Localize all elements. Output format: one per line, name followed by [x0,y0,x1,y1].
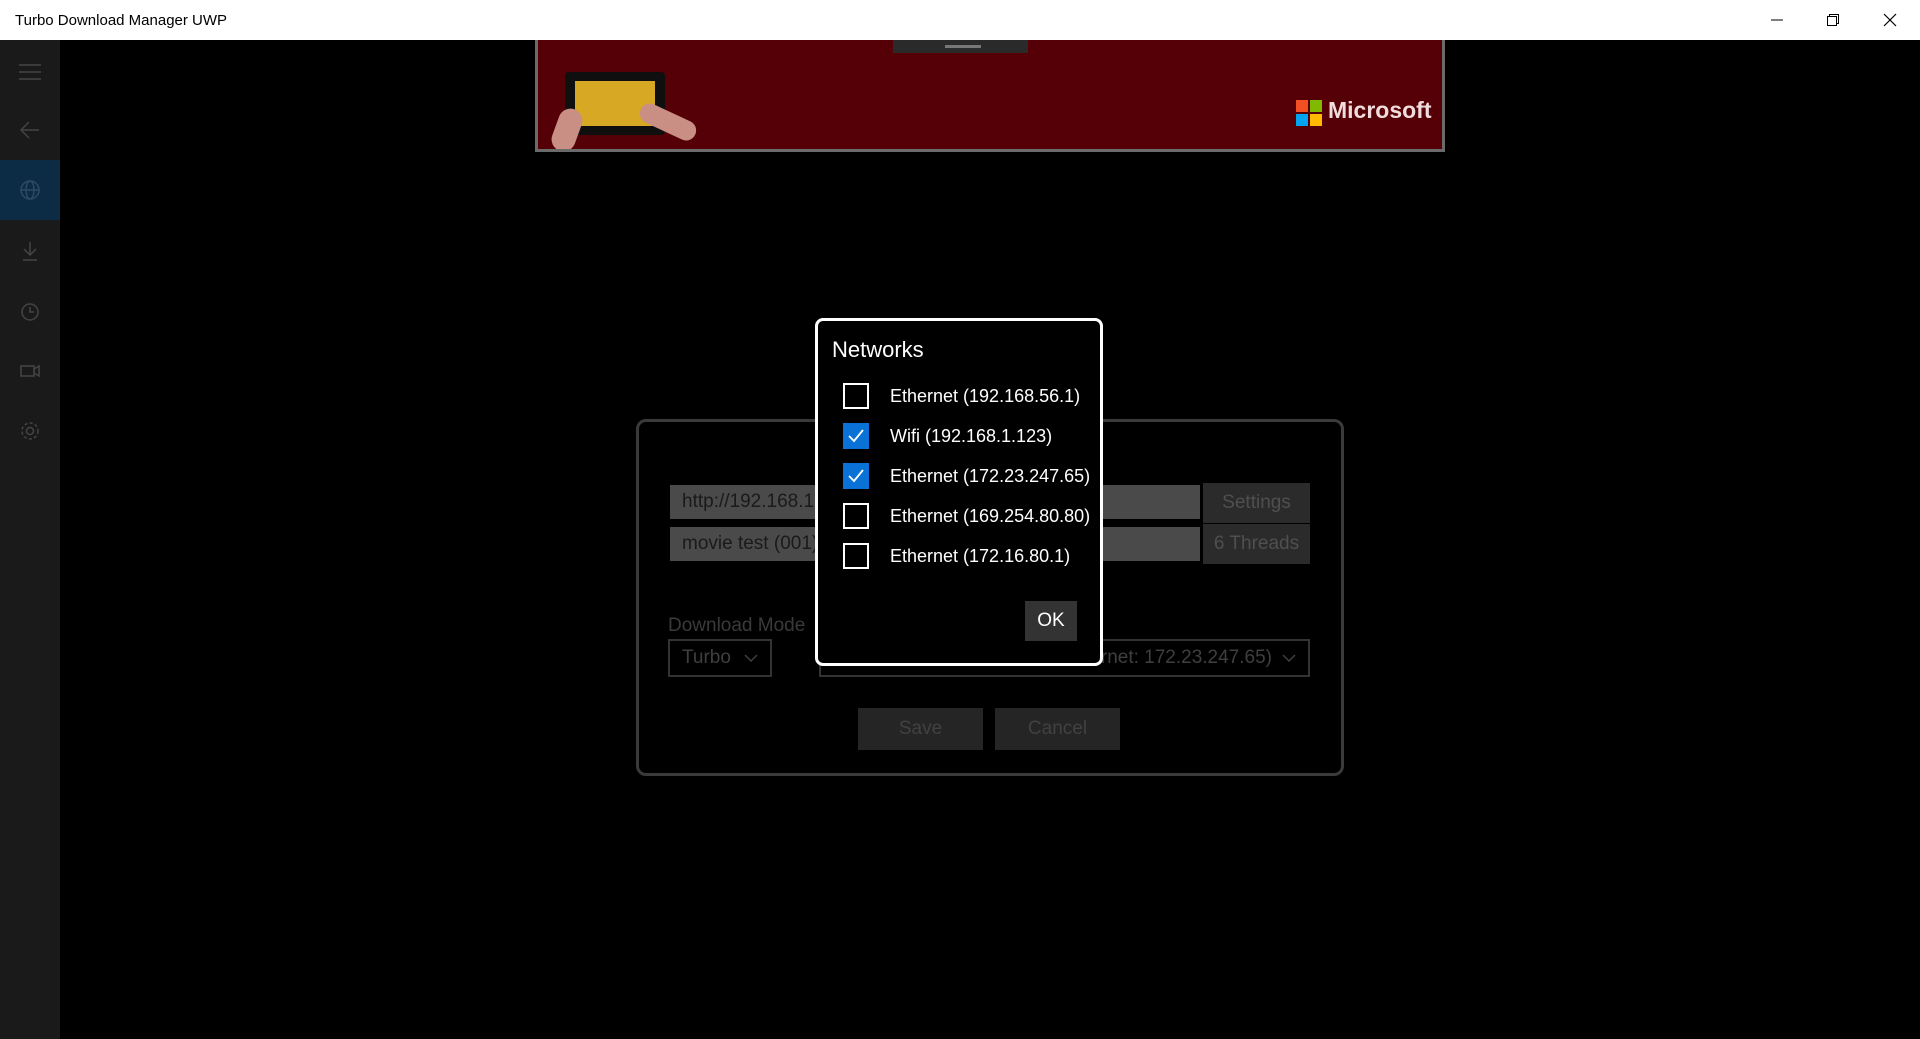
title-bar: Turbo Download Manager UWP [0,0,1920,40]
ad-banner[interactable]: Microsoft [535,40,1445,152]
ok-button[interactable]: OK [1025,601,1077,641]
close-button[interactable] [1862,0,1918,40]
sidebar-item-browser[interactable] [0,160,60,220]
sidebar-item-downloads[interactable] [0,221,60,281]
network-value: ernet: 172.23.247.65) [1090,647,1272,668]
save-button[interactable]: Save [858,708,983,750]
network-option-label: Ethernet (172.16.80.1) [890,545,1071,566]
network-option-label: Ethernet (192.168.56.1) [890,385,1081,406]
checkbox-unchecked[interactable] [843,543,869,569]
network-option[interactable]: Ethernet (169.254.80.80) [843,501,1090,531]
ad-drag-handle[interactable] [893,40,1028,53]
network-option[interactable]: Ethernet (192.168.56.1) [843,381,1080,411]
minimize-button[interactable] [1749,0,1805,40]
chevron-down-icon [744,654,758,663]
microsoft-logo-icon [1296,100,1322,126]
checkbox-unchecked[interactable] [843,503,869,529]
checkmark-icon [848,469,864,483]
network-option-label: Ethernet (172.23.247.65) [890,465,1091,486]
hamburger-menu-icon [19,64,41,80]
chevron-down-icon [1282,654,1296,663]
download-mode-value: Turbo [682,647,731,668]
sidebar [0,40,60,1039]
network-option-label: Wifi (192.168.1.123) [890,425,1053,446]
sidebar-item-history[interactable] [0,282,60,342]
back-arrow-icon [19,121,39,139]
checkmark-icon [848,429,864,443]
ad-brand-text: Microsoft [1328,97,1432,123]
clock-icon [21,303,39,321]
back-button[interactable] [0,100,60,160]
sidebar-item-video[interactable] [0,341,60,401]
restore-icon [1827,14,1839,26]
networks-dialog: Networks Ethernet (192.168.56.1) Wifi (1… [815,318,1103,666]
network-option-label: Ethernet (169.254.80.80) [890,505,1091,526]
threads-button[interactable]: 6 Threads [1203,524,1310,564]
close-icon [1883,13,1897,27]
video-camera-icon [20,364,40,378]
checkbox-unchecked[interactable] [843,383,869,409]
sidebar-item-settings[interactable] [0,401,60,461]
window-title: Turbo Download Manager UWP [15,12,228,29]
cancel-button[interactable]: Cancel [995,708,1120,750]
download-mode-label: Download Mode [668,615,806,636]
hamburger-menu-button[interactable] [0,42,60,102]
checkbox-checked[interactable] [843,463,869,489]
download-mode-dropdown[interactable]: Turbo [668,639,772,677]
network-option[interactable]: Ethernet (172.23.247.65) [843,461,1090,491]
checkbox-checked[interactable] [843,423,869,449]
dialog-title: Networks [832,337,924,362]
gear-icon [21,422,39,440]
network-option[interactable]: Ethernet (172.16.80.1) [843,541,1070,571]
download-icon [23,242,37,261]
globe-icon [20,180,40,200]
network-option[interactable]: Wifi (192.168.1.123) [843,421,1052,451]
minimize-icon [1771,19,1783,21]
restore-button[interactable] [1805,0,1861,40]
settings-button[interactable]: Settings [1203,483,1310,523]
